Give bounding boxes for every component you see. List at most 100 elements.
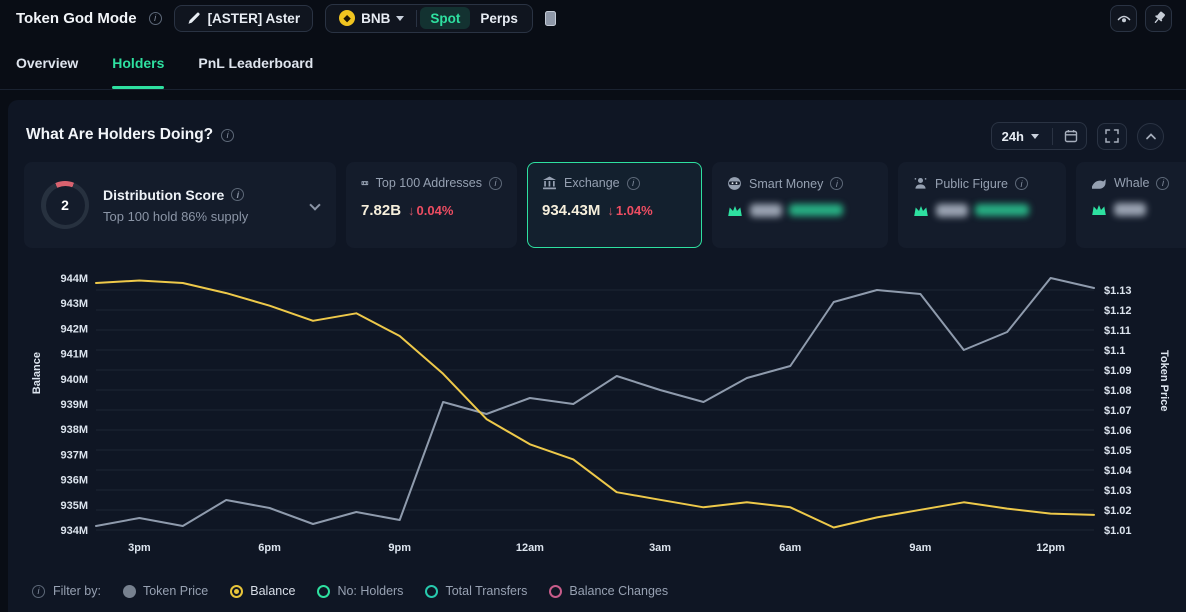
watch-button[interactable] — [1110, 5, 1137, 32]
tab-perps[interactable]: Perps — [470, 7, 528, 29]
obscured-value — [936, 204, 968, 217]
collapse-button[interactable] — [1137, 123, 1164, 150]
tab-holders[interactable]: Holders — [112, 36, 164, 89]
svg-text:$1.04: $1.04 — [1104, 465, 1132, 477]
crown-icon — [727, 203, 743, 217]
pin-icon — [1151, 10, 1167, 26]
svg-text:$1.09: $1.09 — [1104, 365, 1132, 377]
svg-text:6am: 6am — [779, 542, 801, 554]
svg-text:940M: 940M — [60, 374, 88, 386]
chevron-down-icon — [1031, 134, 1039, 139]
cash-icon — [361, 176, 369, 190]
card-smart-money[interactable]: Smart Money — [712, 162, 888, 248]
svg-text:$1.03: $1.03 — [1104, 485, 1132, 497]
card-distribution-score[interactable]: 2 Distribution Score Top 100 hold 86% su… — [24, 162, 336, 248]
mobile-icon[interactable] — [545, 11, 556, 26]
card-top100-addresses[interactable]: Top 100 Addresses 7.82B 0.04% — [346, 162, 517, 248]
svg-text:3pm: 3pm — [128, 542, 151, 554]
svg-text:$1.11: $1.11 — [1104, 325, 1131, 337]
holders-panel: What Are Holders Doing? 24h — [8, 100, 1186, 612]
bank-icon — [542, 176, 557, 190]
info-icon[interactable] — [830, 177, 843, 190]
chain-label: BNB — [361, 11, 390, 26]
obscured-change — [975, 204, 1029, 216]
svg-text:944M: 944M — [60, 273, 88, 285]
crown-icon — [913, 203, 929, 217]
tab-pnl-leaderboard[interactable]: PnL Leaderboard — [198, 36, 313, 89]
filter-balance-changes[interactable]: Balance Changes — [549, 584, 668, 598]
panel-title: What Are Holders Doing? — [26, 126, 213, 144]
svg-text:12pm: 12pm — [1036, 542, 1065, 554]
svg-text:$1.08: $1.08 — [1104, 385, 1132, 397]
crown-icon — [1091, 202, 1107, 216]
info-icon[interactable] — [231, 188, 244, 201]
info-icon[interactable] — [489, 177, 502, 190]
radio-filled-icon — [123, 585, 136, 598]
filter-option-label: Total Transfers — [445, 584, 527, 598]
token-select-button[interactable]: [ASTER] Aster — [174, 5, 314, 32]
divider — [416, 10, 417, 27]
card-public-figure[interactable]: Public Figure — [898, 162, 1066, 248]
svg-text:942M: 942M — [60, 323, 88, 335]
svg-text:$1.12: $1.12 — [1104, 305, 1132, 317]
tab-spot[interactable]: Spot — [420, 7, 470, 29]
svg-text:934M: 934M — [60, 525, 88, 537]
right-axis-title: Token Price — [1158, 350, 1170, 412]
card-change: 1.04% — [616, 203, 653, 218]
svg-text:$1.13: $1.13 — [1104, 285, 1132, 297]
down-arrow-icon — [408, 203, 415, 218]
chevron-down-icon[interactable] — [309, 199, 320, 210]
card-exchange[interactable]: Exchange 934.43M 1.04% — [527, 162, 702, 248]
card-value: 7.82B — [361, 202, 401, 219]
card-whale[interactable]: Whale — [1076, 162, 1186, 248]
info-icon[interactable] — [1015, 177, 1028, 190]
timeframe-value: 24h — [1002, 129, 1024, 144]
pin-button[interactable] — [1145, 5, 1172, 32]
svg-text:9am: 9am — [909, 542, 931, 554]
whale-icon — [1091, 176, 1107, 190]
holders-chart[interactable]: $1.13$1.12$1.11$1.1$1.09$1.08$1.07$1.06$… — [8, 258, 1186, 558]
score-gauge: 2 — [41, 181, 89, 229]
info-icon[interactable] — [221, 129, 234, 142]
card-title: Smart Money — [749, 177, 823, 191]
filter-option-label: Token Price — [143, 584, 208, 598]
card-title: Top 100 Addresses — [376, 176, 482, 190]
card-change: 0.04% — [417, 203, 454, 218]
card-title: Whale — [1114, 176, 1149, 190]
info-icon[interactable] — [149, 12, 162, 25]
filter-label: Filter by: — [53, 584, 101, 598]
token-name: [ASTER] Aster — [208, 11, 301, 26]
filter-no-holders[interactable]: No: Holders — [317, 584, 403, 598]
ninja-icon — [727, 176, 742, 191]
filter-total-transfers[interactable]: Total Transfers — [425, 584, 527, 598]
fullscreen-button[interactable] — [1097, 123, 1127, 150]
svg-text:9pm: 9pm — [388, 542, 411, 554]
chain-select[interactable]: ◆ BNB — [330, 10, 413, 26]
filter-option-label: Balance — [250, 584, 295, 598]
filter-token-price[interactable]: Token Price — [123, 584, 208, 598]
svg-text:12am: 12am — [516, 542, 544, 554]
card-subtitle: Top 100 hold 86% supply — [103, 209, 297, 224]
svg-text:$1.06: $1.06 — [1104, 425, 1132, 437]
info-icon[interactable] — [1156, 177, 1169, 190]
timeframe-select[interactable]: 24h — [992, 129, 1049, 144]
market-group: ◆ BNB Spot Perps — [325, 4, 533, 33]
obscured-value — [1114, 203, 1146, 216]
filter-balance[interactable]: Balance — [230, 584, 295, 598]
eye-icon — [1116, 10, 1132, 26]
info-icon[interactable] — [627, 177, 640, 190]
divider — [1052, 128, 1053, 145]
radio-icon — [317, 585, 330, 598]
radio-icon — [549, 585, 562, 598]
card-title: Distribution Score — [103, 187, 224, 203]
obscured-change — [789, 204, 843, 216]
radio-icon — [425, 585, 438, 598]
calendar-button[interactable] — [1056, 122, 1086, 150]
svg-text:941M: 941M — [60, 349, 88, 361]
svg-text:$1.1: $1.1 — [1104, 345, 1125, 357]
tab-overview[interactable]: Overview — [16, 36, 78, 89]
svg-text:$1.05: $1.05 — [1104, 445, 1132, 457]
left-axis-title: Balance — [31, 352, 43, 394]
svg-text:938M: 938M — [60, 424, 88, 436]
info-icon[interactable] — [32, 585, 45, 598]
